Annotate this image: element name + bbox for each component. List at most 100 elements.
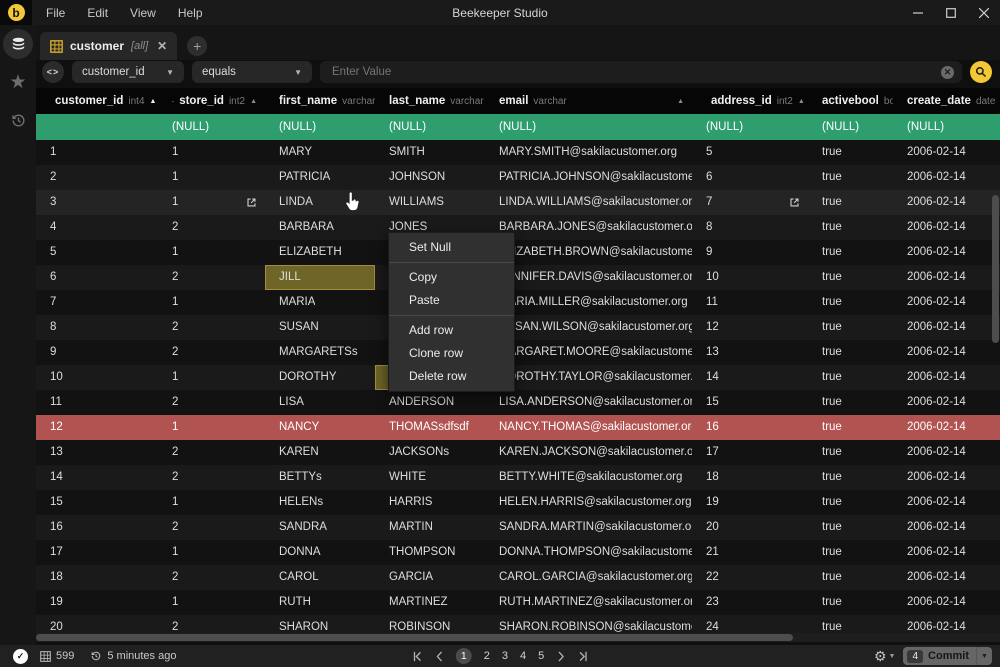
commit-dropdown-caret[interactable]: ▼ [976, 647, 992, 665]
table-cell-address_id[interactable]: 21 [692, 540, 808, 565]
table-cell-create_date[interactable]: 2006-02-14 [893, 465, 1000, 490]
insert-row-cell[interactable]: (NULL) [808, 114, 893, 140]
table-cell-customer_id[interactable]: 19 [36, 590, 158, 615]
table-cell-last_name[interactable]: JOHNSON [375, 165, 485, 190]
filter-value-input[interactable]: Enter Value ✕ [320, 61, 962, 83]
pending-insert-row[interactable]: (NULL)(NULL)(NULL)(NULL)(NULL)(NULL)(NUL… [36, 114, 1000, 140]
table-cell-customer_id[interactable]: 8 [36, 315, 158, 340]
table-cell-email[interactable]: JENNIFER.DAVIS@sakilacustomer.org [485, 265, 692, 290]
context-menu-item-copy[interactable]: Copy [389, 266, 514, 289]
table-cell-first_name[interactable]: DOROTHY [265, 365, 375, 390]
close-button[interactable] [967, 0, 1000, 25]
context-menu-item-add-row[interactable]: Add row [389, 319, 514, 342]
table-row[interactable]: 62JILLDAVISJENNIFER.DAVIS@sakilacustomer… [36, 265, 1000, 290]
apply-filter-button[interactable] [970, 61, 992, 83]
page-button-1[interactable]: 1 [456, 648, 472, 664]
table-cell-activebool[interactable]: true [808, 190, 893, 215]
table-cell-activebool[interactable]: true [808, 240, 893, 265]
table-cell-first_name[interactable]: BARBARA [265, 215, 375, 240]
table-cell-address_id[interactable]: 17 [692, 440, 808, 465]
table-cell-store_id[interactable]: 2 [158, 265, 265, 290]
table-cell-store_id[interactable]: 1 [158, 140, 265, 165]
table-cell-email[interactable]: MARGARET.MOORE@sakilacustomer.org [485, 340, 692, 365]
horizontal-scrollbar-thumb[interactable] [36, 634, 793, 641]
table-row[interactable]: 112LISAANDERSONLISA.ANDERSON@sakilacusto… [36, 390, 1000, 415]
table-cell-customer_id[interactable]: 4 [36, 215, 158, 240]
table-cell-create_date[interactable]: 2006-02-14 [893, 440, 1000, 465]
sort-asc-icon[interactable]: ▲ [798, 98, 805, 105]
table-cell-last_name[interactable]: GARCIA [375, 565, 485, 590]
maximize-button[interactable] [934, 0, 967, 25]
table-cell-address_id[interactable]: 16 [692, 415, 808, 440]
column-header-store_id[interactable]: store_idint2▲ [158, 88, 265, 114]
page-button-4[interactable]: 4 [520, 650, 526, 662]
filter-column-select[interactable]: customer_id ▼ [72, 61, 184, 83]
table-cell-customer_id[interactable]: 13 [36, 440, 158, 465]
table-cell-activebool[interactable]: true [808, 365, 893, 390]
table-cell-create_date[interactable]: 2006-02-14 [893, 540, 1000, 565]
table-cell-email[interactable]: LISA.ANDERSON@sakilacustomer.org [485, 390, 692, 415]
table-cell-first_name[interactable]: DONNA [265, 540, 375, 565]
table-cell-store_id[interactable]: 2 [158, 440, 265, 465]
table-row[interactable]: 101DOROTHYTAYLORDOROTHY.TAYLOR@sakilacus… [36, 365, 1000, 390]
table-cell-customer_id[interactable]: 12 [36, 415, 158, 440]
table-cell-create_date[interactable]: 2006-02-14 [893, 290, 1000, 315]
table-cell-create_date[interactable]: 2006-02-14 [893, 215, 1000, 240]
table-cell-last_name[interactable]: ANDERSON [375, 390, 485, 415]
table-cell-last_name[interactable]: THOMASsdfsdf [375, 415, 485, 440]
column-header-activebool[interactable]: activeboolbool▲ [808, 88, 893, 114]
menu-view[interactable]: View [130, 6, 156, 20]
table-cell-first_name[interactable]: LISA [265, 390, 375, 415]
table-cell-create_date[interactable]: 2006-02-14 [893, 340, 1000, 365]
table-cell-customer_id[interactable]: 1 [36, 140, 158, 165]
insert-row-cell[interactable]: (NULL) [265, 114, 375, 140]
table-cell-address_id[interactable]: 13 [692, 340, 808, 365]
table-cell-address_id[interactable]: 19 [692, 490, 808, 515]
column-header-last_name[interactable]: last_namevarchar▲ [375, 88, 485, 114]
table-cell-activebool[interactable]: true [808, 290, 893, 315]
table-cell-email[interactable]: ELIZABETH.BROWN@sakilacustomer.org [485, 240, 692, 265]
sql-toggle-button[interactable]: <> [42, 61, 64, 83]
table-cell-address_id[interactable]: 14 [692, 365, 808, 390]
table-cell-customer_id[interactable]: 11 [36, 390, 158, 415]
table-row[interactable]: 182CAROLGARCIACAROL.GARCIA@sakilacustome… [36, 565, 1000, 590]
insert-row-cell[interactable]: (NULL) [375, 114, 485, 140]
table-cell-email[interactable]: PATRICIA.JOHNSON@sakilacustomer.org [485, 165, 692, 190]
sidebar-item-tables[interactable] [0, 25, 36, 63]
table-cell-last_name[interactable]: HARRIS [375, 490, 485, 515]
table-cell-create_date[interactable]: 2006-02-14 [893, 140, 1000, 165]
page-button-2[interactable]: 2 [484, 650, 490, 662]
column-header-customer_id[interactable]: customer_idint4▲ [36, 88, 158, 114]
table-cell-store_id[interactable]: 1 [158, 290, 265, 315]
table-cell-address_id[interactable]: 15 [692, 390, 808, 415]
table-cell-store_id[interactable]: 1 [158, 590, 265, 615]
table-cell-address_id[interactable]: 11 [692, 290, 808, 315]
table-row[interactable]: 171DONNATHOMPSONDONNA.THOMPSON@sakilacus… [36, 540, 1000, 565]
table-cell-last_name[interactable]: THOMPSON [375, 540, 485, 565]
menu-help[interactable]: Help [178, 6, 203, 20]
table-cell-address_id[interactable]: 10 [692, 265, 808, 290]
table-row[interactable]: 151HELENsHARRISHELEN.HARRIS@sakilacustom… [36, 490, 1000, 515]
table-row[interactable]: 31LINDAWILLIAMSLINDA.WILLIAMS@sakilacust… [36, 190, 1000, 215]
table-cell-store_id[interactable]: 1 [158, 365, 265, 390]
expand-cell-icon[interactable] [246, 197, 257, 208]
clear-filter-icon[interactable]: ✕ [941, 66, 954, 79]
table-cell-customer_id[interactable]: 3 [36, 190, 158, 215]
context-menu-item-clone-row[interactable]: Clone row [389, 342, 514, 365]
sort-asc-icon[interactable]: ▲ [250, 98, 257, 105]
table-cell-activebool[interactable]: true [808, 490, 893, 515]
table-cell-create_date[interactable]: 2006-02-14 [893, 315, 1000, 340]
table-cell-create_date[interactable]: 2006-02-14 [893, 515, 1000, 540]
table-cell-address_id[interactable]: 7 [692, 190, 808, 215]
sort-asc-icon[interactable]: ▲ [677, 98, 684, 105]
table-cell-address_id[interactable]: 8 [692, 215, 808, 240]
insert-row-cell[interactable]: (NULL) [158, 114, 265, 140]
column-header-create_date[interactable]: create_datedate▲ [893, 88, 1000, 114]
commit-button[interactable]: 4 Commit ▼ [903, 647, 992, 665]
table-cell-store_id[interactable]: 2 [158, 215, 265, 240]
table-row[interactable]: 21PATRICIAJOHNSONPATRICIA.JOHNSON@sakila… [36, 165, 1000, 190]
table-row[interactable]: 142BETTYsWHITEBETTY.WHITE@sakilacustomer… [36, 465, 1000, 490]
table-cell-store_id[interactable]: 2 [158, 465, 265, 490]
table-cell-create_date[interactable]: 2006-02-14 [893, 590, 1000, 615]
page-button-3[interactable]: 3 [502, 650, 508, 662]
